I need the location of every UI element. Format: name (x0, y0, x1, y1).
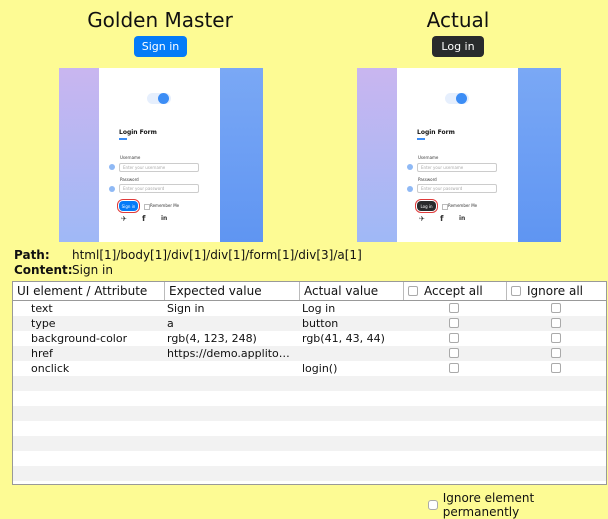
header-actual: Actual value (300, 282, 404, 300)
ignore-checkbox[interactable] (551, 348, 561, 358)
expected-value: https://demo.applito… (167, 347, 290, 360)
golden-master-title: Golden Master (87, 8, 233, 32)
actual-value: button (302, 317, 339, 330)
ignore-permanently-control[interactable]: Ignore element permanently (428, 491, 608, 519)
header-accept-all[interactable]: Accept all (404, 282, 507, 300)
table-row[interactable]: background-color rgb(4, 123, 248) rgb(41… (13, 331, 606, 346)
username-field[interactable]: Enter your username (417, 163, 497, 172)
actual-log-in-button[interactable]: Log in (432, 36, 484, 57)
accept-checkbox[interactable] (449, 318, 459, 328)
password-label: Password (120, 177, 139, 182)
table-row[interactable]: text Sign in Log in (13, 301, 606, 316)
attr-name: background-color (31, 332, 128, 345)
table-body: text Sign in Log in type a button backgr… (13, 301, 606, 484)
golden-sign-in-button[interactable]: Sign in (134, 36, 187, 57)
attr-name: onclick (31, 362, 70, 375)
table-row[interactable]: onclick login() (13, 361, 606, 376)
remember-label: Remember Me (150, 203, 180, 208)
golden-screenshot-thumbnail: Login Form Username Enter your username … (59, 68, 263, 242)
facebook-icon[interactable]: f (440, 214, 443, 223)
expected-value (167, 361, 297, 376)
actual-screenshot-thumbnail: Login Form Username Enter your username … (357, 68, 561, 242)
form-title: Login Form (119, 129, 157, 136)
attr-name: text (31, 302, 53, 315)
username-label: Username (120, 155, 141, 160)
path-value: html[1]/body[1]/div[1]/div[1]/form[1]/di… (72, 248, 362, 262)
empty-row (13, 436, 606, 451)
empty-row (13, 376, 606, 391)
table-row[interactable]: href https://demo.applito… (13, 346, 606, 361)
password-field[interactable]: Enter your password (417, 184, 497, 193)
path-label: Path: (14, 248, 50, 262)
ignore-all-label: Ignore all (527, 284, 583, 298)
toggle-logo-icon (445, 93, 469, 104)
toggle-logo-icon (147, 93, 171, 104)
table-row[interactable]: type a button (13, 316, 606, 331)
user-icon (109, 164, 115, 170)
ignore-checkbox[interactable] (551, 333, 561, 343)
remember-label: Remember Me (448, 203, 478, 208)
username-field[interactable]: Enter your username (119, 163, 199, 172)
user-icon (407, 164, 413, 170)
accept-all-label: Accept all (424, 284, 483, 298)
expected-value: a (167, 317, 174, 330)
ignore-all-checkbox[interactable] (511, 286, 521, 296)
accept-checkbox[interactable] (449, 303, 459, 313)
ignore-checkbox[interactable] (551, 318, 561, 328)
actual-title: Actual (426, 8, 490, 32)
facebook-icon[interactable]: f (142, 214, 145, 223)
ignore-permanently-checkbox[interactable] (428, 500, 438, 510)
linkedin-icon[interactable]: in (459, 215, 465, 222)
ignore-checkbox[interactable] (551, 303, 561, 313)
expected-value: rgb(4, 123, 248) (167, 332, 257, 345)
password-field[interactable]: Enter your password (119, 184, 199, 193)
content-value: Sign in (72, 263, 113, 277)
actual-value: Log in (302, 302, 336, 315)
ignore-permanently-label: Ignore element permanently (442, 491, 535, 519)
accept-checkbox[interactable] (449, 333, 459, 343)
expected-value: Sign in (167, 302, 205, 315)
header-ignore-all[interactable]: Ignore all (507, 282, 606, 300)
content-label: Content: (14, 263, 73, 277)
table-header: UI element / Attribute Expected value Ac… (13, 282, 606, 301)
thumb-sign-in-button[interactable]: Sign in (117, 199, 140, 213)
attr-name: href (31, 347, 53, 360)
accept-all-checkbox[interactable] (408, 286, 418, 296)
linkedin-icon[interactable]: in (161, 215, 167, 222)
password-label: Password (418, 177, 437, 182)
empty-row (13, 406, 606, 421)
accept-checkbox[interactable] (449, 363, 459, 373)
twitter-icon[interactable]: ✈ (121, 215, 127, 223)
accept-checkbox[interactable] (449, 348, 459, 358)
fingerprint-icon (109, 186, 115, 192)
fingerprint-icon (407, 186, 413, 192)
username-label: Username (418, 155, 439, 160)
twitter-icon[interactable]: ✈ (419, 215, 425, 223)
attr-name: type (31, 317, 56, 330)
header-expected: Expected value (165, 282, 300, 300)
header-element: UI element / Attribute (13, 282, 165, 300)
empty-row (13, 466, 606, 481)
actual-value: rgb(41, 43, 44) (302, 332, 385, 345)
thumb-log-in-button[interactable]: Log in (415, 199, 438, 213)
ignore-checkbox[interactable] (551, 363, 561, 373)
actual-value: login() (302, 362, 338, 375)
form-title: Login Form (417, 129, 455, 136)
attributes-table: UI element / Attribute Expected value Ac… (12, 281, 607, 485)
